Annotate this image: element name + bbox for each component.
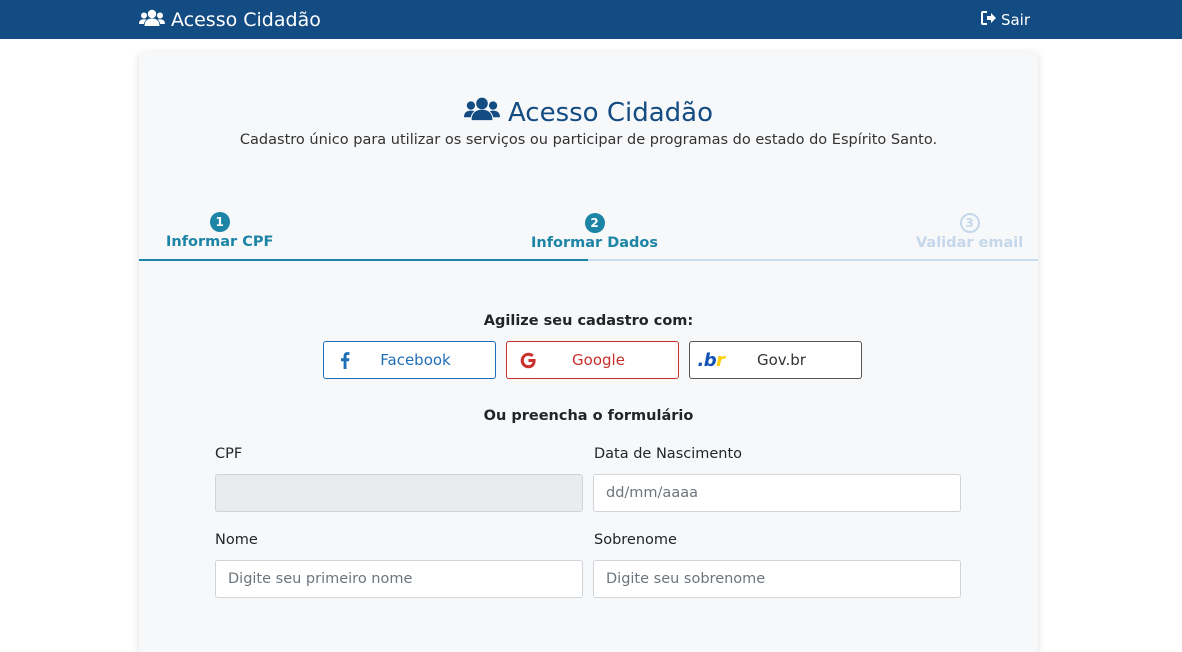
signup-card: Acesso Cidadão Cadastro único para utili… — [139, 52, 1038, 652]
page-subtitle: Cadastro único para utilizar os serviços… — [239, 132, 938, 148]
google-login-label: Google — [572, 351, 625, 369]
facebook-login-button[interactable]: Facebook — [323, 341, 496, 379]
navbar-brand[interactable]: Acesso Cidadão — [139, 8, 321, 32]
birth-date-field[interactable] — [593, 474, 961, 512]
step-number: 2 — [584, 213, 605, 233]
users-icon — [463, 96, 500, 129]
last-name-label: Sobrenome — [594, 532, 677, 548]
progress-stepper: 1 Informar CPF 2 Informar Dados 3 Valida… — [139, 210, 1038, 262]
govbr-login-label: Gov.br — [757, 351, 806, 369]
facebook-login-label: Facebook — [380, 351, 451, 369]
step-label: Informar Dados — [531, 235, 659, 251]
first-name-label: Nome — [215, 532, 258, 548]
step-label: Informar CPF — [166, 234, 274, 250]
navbar-brand-label: Acesso Cidadão — [171, 9, 321, 31]
cpf-label: CPF — [215, 446, 243, 462]
last-name-field[interactable] — [593, 560, 961, 598]
top-navbar: Acesso Cidadão Sair — [0, 0, 1182, 39]
sign-out-icon — [980, 11, 997, 29]
google-icon — [507, 352, 549, 369]
logout-label: Sair — [1000, 11, 1030, 29]
step-informar-cpf: 1 Informar CPF — [166, 212, 273, 250]
users-icon — [139, 9, 165, 32]
stepper-progress — [139, 259, 588, 261]
google-login-button[interactable]: Google — [506, 341, 679, 379]
step-validar-email: 3 Validar email — [916, 213, 1023, 251]
step-number: 3 — [959, 213, 980, 233]
govbr-logo: .br — [697, 349, 725, 371]
facebook-icon — [324, 351, 366, 369]
logout-button[interactable]: Sair — [980, 10, 1030, 30]
step-number: 1 — [209, 212, 230, 232]
page-title-text: Acesso Cidadão — [507, 97, 714, 128]
quick-signup-title: Agilize seu cadastro com: — [483, 313, 694, 329]
form-section-title: Ou preencha o formulário — [483, 408, 694, 424]
page-title: Acesso Cidadão — [139, 96, 1038, 129]
step-informar-dados: 2 Informar Dados — [531, 213, 658, 251]
cpf-field[interactable] — [215, 474, 583, 512]
first-name-field[interactable] — [215, 560, 583, 598]
step-label: Validar email — [916, 235, 1024, 251]
birth-date-label: Data de Nascimento — [594, 446, 743, 462]
govbr-login-button[interactable]: .br Gov.br — [689, 341, 862, 379]
